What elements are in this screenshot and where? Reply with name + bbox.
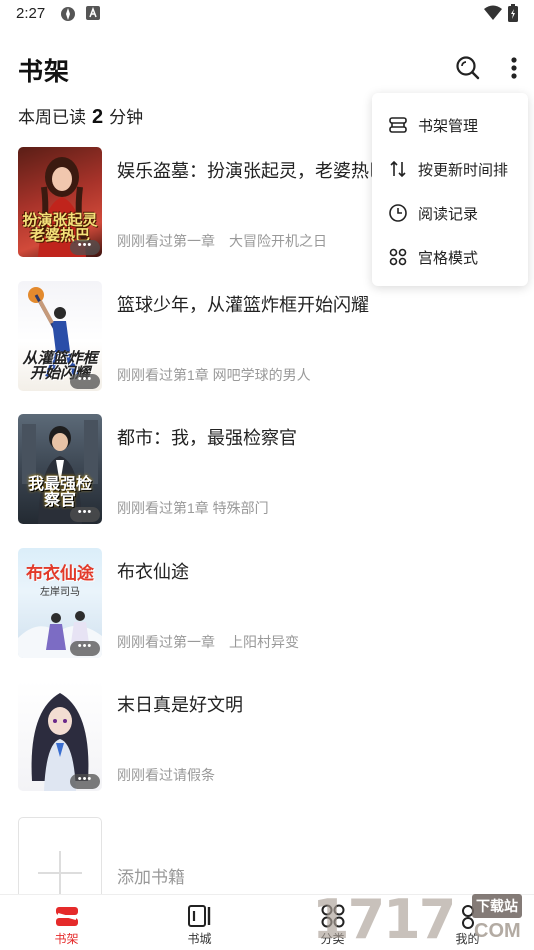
tab-bookstore[interactable]: 书城: [133, 895, 266, 950]
book-open-icon: [187, 905, 210, 927]
book-progress: 刚刚看过第一章 大冒险开机之日: [117, 233, 327, 249]
menu-item-grid-mode[interactable]: 宫格模式: [372, 235, 528, 279]
book-cover: 从灌篮炸框开始闪耀 •••: [18, 281, 102, 391]
menu-item-label: 阅读记录: [418, 206, 479, 223]
watermark-digits: 1717: [312, 888, 456, 950]
search-button[interactable]: [452, 52, 484, 84]
more-menu-button[interactable]: [498, 52, 530, 84]
book-title: 末日真是好文明: [117, 695, 243, 715]
menu-item-shelf-manage[interactable]: 书架管理: [372, 103, 528, 147]
weekly-minutes: 2: [92, 106, 104, 128]
clock-icon: [389, 204, 407, 222]
menu-item-label: 宫格模式: [418, 250, 479, 267]
watermark-label-bottom: COM: [474, 920, 521, 942]
book-progress: 刚刚看过第1章 特殊部门: [117, 500, 269, 516]
add-book-button[interactable]: 添加书籍: [0, 817, 534, 927]
book-item[interactable]: 从灌篮炸框开始闪耀 ••• 篮球少年，从灌篮炸框开始闪耀 刚刚看过第1章 网吧学…: [0, 281, 534, 399]
book-item[interactable]: ••• 末日真是好文明 刚刚看过请假条: [0, 681, 534, 799]
cover-title-text: 我最强检察官: [27, 474, 92, 509]
more-vertical-icon: [511, 57, 517, 79]
grid-icon: [389, 248, 407, 266]
book-item[interactable]: 布衣仙途 左岸司马 ••• 布衣仙途 刚刚看过第一章 上阳村异变: [0, 548, 534, 666]
tab-bookshelf[interactable]: 书架: [0, 895, 133, 950]
book-title: 篮球少年，从灌篮炸框开始闪耀: [117, 295, 369, 315]
font-notification-icon: [86, 6, 100, 25]
book-progress: 刚刚看过第一章 上阳村异变: [117, 634, 299, 650]
book-more-button[interactable]: •••: [70, 507, 100, 522]
book-title: 布衣仙途: [117, 562, 189, 582]
menu-item-label: 按更新时间排: [418, 162, 509, 179]
book-more-button[interactable]: •••: [70, 641, 100, 656]
page-title: 书架: [18, 58, 71, 86]
book-title: 都市：我，最强检察官: [117, 428, 297, 448]
book-more-button[interactable]: •••: [70, 774, 100, 789]
battery-icon: [508, 4, 518, 27]
menu-item-sort-by-update[interactable]: 按更新时间排: [372, 147, 528, 191]
weekly-suffix: 分钟: [109, 108, 144, 127]
weekly-reading-stat: 本周已读 2 分钟: [18, 103, 143, 129]
book-progress: 刚刚看过请假条: [117, 767, 215, 783]
add-book-label: 添加书籍: [117, 868, 185, 887]
menu-item-label: 书架管理: [418, 118, 479, 135]
book-cover: •••: [18, 681, 102, 791]
book-item[interactable]: 我最强检察官 ••• 都市：我，最强检察官 刚刚看过第1章 特殊部门: [0, 414, 534, 532]
more-dropdown-menu: 书架管理 按更新时间排 阅读记录 宫格模式: [372, 93, 528, 286]
app-header: 书架: [0, 40, 534, 96]
book-cover: 扮演张起灵老婆热巴 •••: [18, 147, 102, 257]
menu-item-reading-history[interactable]: 阅读记录: [372, 191, 528, 235]
search-icon: [456, 56, 480, 80]
book-progress: 刚刚看过第1章 网吧学球的男人: [117, 367, 311, 383]
app-notification-icon: [60, 6, 76, 27]
watermark-label-top: 下载站: [472, 894, 522, 918]
tab-label: 书架: [54, 932, 79, 946]
cover-author-text: 左岸司马: [40, 587, 80, 598]
cover-title-text: 布衣仙途: [26, 564, 94, 584]
weekly-prefix: 本周已读: [18, 108, 86, 127]
status-time: 2:27: [16, 5, 46, 22]
wifi-icon: [484, 5, 502, 26]
shelf-manage-icon: [389, 117, 407, 133]
book-more-button[interactable]: •••: [70, 240, 100, 255]
site-watermark: 1717 下载站 COM: [308, 888, 534, 950]
book-cover: 布衣仙途 左岸司马 •••: [18, 548, 102, 658]
tab-label: 书城: [187, 932, 212, 946]
book-more-button[interactable]: •••: [70, 374, 100, 389]
sort-icon: [390, 160, 406, 178]
status-bar: 2:27: [0, 0, 534, 30]
book-cover: 我最强检察官 •••: [18, 414, 102, 524]
bookshelf-icon: [55, 907, 78, 926]
